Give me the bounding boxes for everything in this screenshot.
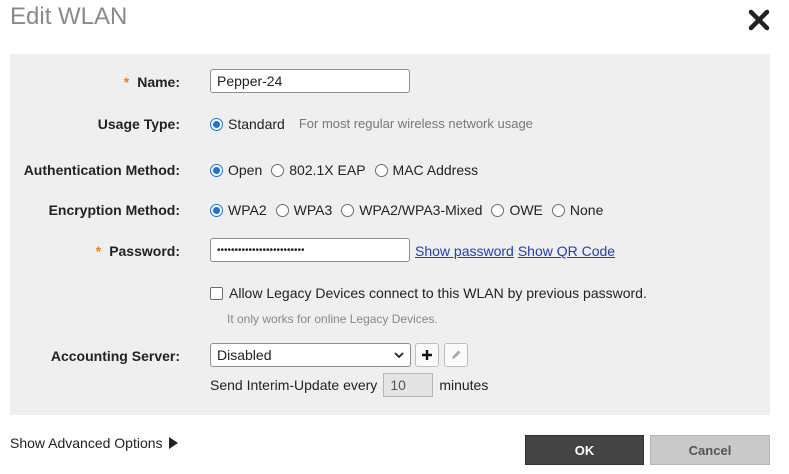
legacy-devices-note: It only works for online Legacy Devices.	[227, 312, 438, 326]
usage-type-standard[interactable]: Standard	[210, 115, 285, 133]
legacy-devices-checkbox[interactable]	[210, 286, 223, 300]
password-links: Show password Show QR Code	[415, 242, 619, 260]
auth-mac-option[interactable]: MAC Address	[374, 161, 479, 179]
required-mark: *	[95, 243, 102, 259]
pencil-icon	[452, 350, 461, 359]
auth-mac-label: MAC Address	[392, 162, 479, 178]
triangle-right-icon	[168, 437, 178, 449]
password-input[interactable]: •••••••••••••••••••••••••	[210, 238, 410, 262]
enc-wpa2-option[interactable]: WPA2	[210, 201, 267, 219]
usage-type-group: Standard For most regular wireless netwo…	[210, 115, 533, 133]
radio-selected[interactable]	[210, 117, 223, 131]
accounting-server-value: Disabled	[217, 347, 272, 363]
legacy-devices-row[interactable]: Allow Legacy Devices connect to this WLA…	[210, 284, 647, 302]
auth-open-option[interactable]: Open	[210, 161, 262, 179]
auth-method-group: Open 802.1X EAP MAC Address	[210, 161, 487, 179]
cancel-button[interactable]: Cancel	[650, 435, 770, 465]
show-advanced-options-label: Show Advanced Options	[10, 435, 163, 451]
required-mark: *	[123, 74, 130, 90]
radio-unselected[interactable]	[271, 163, 285, 177]
enc-mixed-option[interactable]: WPA2/WPA3-Mixed	[341, 201, 482, 219]
enc-none-label: None	[569, 202, 604, 218]
close-icon[interactable]	[747, 8, 771, 32]
radio-selected[interactable]	[210, 203, 223, 217]
enc-owe-label: OWE	[509, 202, 543, 218]
radio-unselected[interactable]	[551, 203, 565, 217]
show-password-link[interactable]: Show password	[415, 242, 514, 260]
accounting-server-label: Accounting Server:	[50, 348, 180, 364]
encryption-label: Encryption Method:	[48, 202, 180, 218]
name-label-text: Name:	[137, 74, 180, 90]
enc-none-option[interactable]: None	[551, 201, 604, 219]
interim-update-row: Send Interim-Update every 10 minutes	[210, 373, 488, 397]
chevron-down-icon	[394, 352, 404, 359]
dialog-title: Edit WLAN	[10, 3, 128, 30]
password-label: * Password:	[96, 242, 180, 260]
auth-8021x-label: 802.1X EAP	[289, 162, 366, 178]
interim-suffix: minutes	[439, 377, 489, 393]
radio-unselected[interactable]	[491, 203, 505, 217]
form-panel: * Name: Usage Type: Standard For most reg…	[10, 54, 770, 415]
show-advanced-options[interactable]: Show Advanced Options	[10, 435, 178, 451]
interim-prefix: Send Interim-Update every	[210, 377, 378, 393]
plus-icon	[422, 350, 432, 360]
interim-minutes-input[interactable]: 10	[383, 373, 434, 397]
auth-8021x-option[interactable]: 802.1X EAP	[271, 161, 366, 179]
add-accounting-server-button[interactable]	[415, 343, 439, 367]
name-input[interactable]	[210, 69, 410, 93]
radio-unselected[interactable]	[275, 203, 289, 217]
show-qr-code-link[interactable]: Show QR Code	[518, 242, 615, 260]
usage-type-hint: For most regular wireless network usage	[298, 116, 533, 131]
radio-unselected[interactable]	[341, 203, 355, 217]
enc-wpa2-label: WPA2	[228, 202, 267, 218]
enc-wpa3-option[interactable]: WPA3	[275, 201, 333, 219]
auth-method-label: Authentication Method:	[23, 162, 180, 178]
usage-type-standard-label: Standard	[228, 116, 285, 132]
radio-unselected[interactable]	[374, 163, 388, 177]
encryption-group: WPA2 WPA3 WPA2/WPA3-Mixed OWE None	[210, 201, 612, 219]
auth-open-label: Open	[228, 162, 263, 178]
edit-accounting-server-button[interactable]	[444, 343, 468, 367]
enc-mixed-label: WPA2/WPA3-Mixed	[359, 202, 483, 218]
password-label-text: Password:	[109, 243, 180, 259]
enc-owe-option[interactable]: OWE	[491, 201, 543, 219]
accounting-server-select[interactable]: Disabled	[210, 343, 411, 367]
ok-button[interactable]: OK	[525, 435, 644, 465]
legacy-devices-label: Allow Legacy Devices connect to this WLA…	[229, 285, 647, 301]
radio-selected[interactable]	[210, 163, 223, 177]
enc-wpa3-label: WPA3	[293, 202, 333, 218]
usage-type-label: Usage Type:	[97, 116, 180, 132]
name-label: * Name:	[124, 73, 180, 91]
